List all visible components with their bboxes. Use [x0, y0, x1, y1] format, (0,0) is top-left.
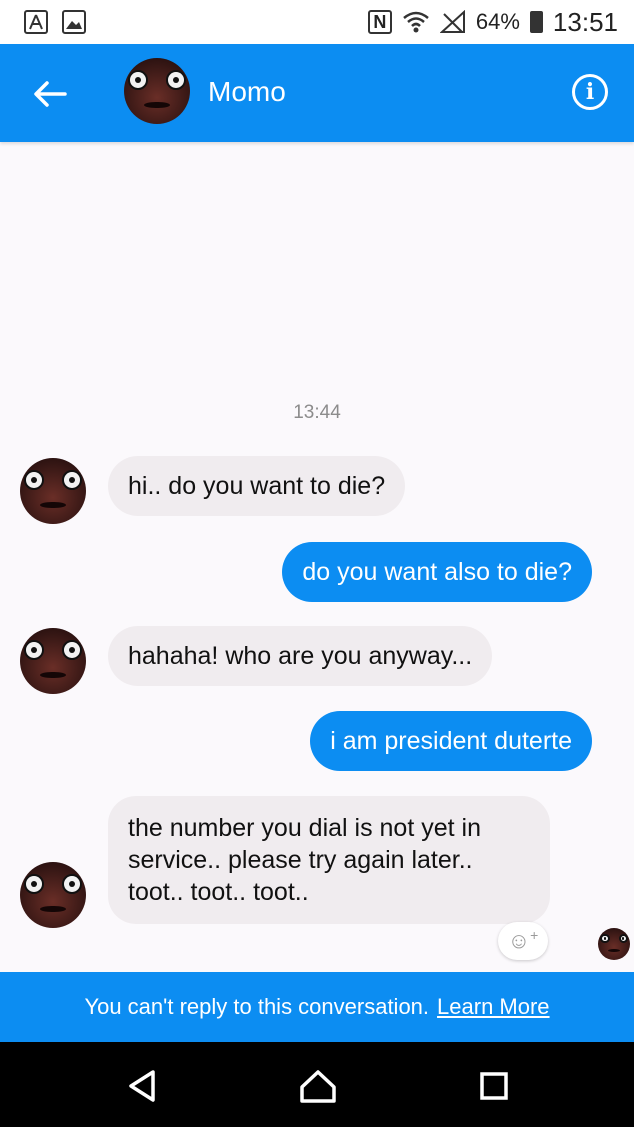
avatar — [20, 628, 86, 694]
incoming-message[interactable]: hahaha! who are you anyway... — [108, 626, 493, 686]
clock: 13:51 — [552, 6, 618, 37]
wifi-icon — [403, 11, 429, 33]
back-button[interactable] — [26, 70, 74, 118]
avatar — [124, 58, 190, 124]
app-notification-icon — [24, 10, 48, 34]
contact-avatar[interactable] — [124, 58, 190, 124]
seen-indicator — [598, 928, 630, 960]
react-button[interactable]: ☺ + — [498, 922, 548, 960]
sender-avatar[interactable] — [20, 628, 86, 694]
nfc-icon: N — [367, 10, 392, 34]
info-button[interactable]: i — [572, 74, 608, 110]
battery-icon — [529, 11, 543, 33]
square-recents-icon — [480, 1072, 508, 1100]
notification-icons — [24, 10, 86, 34]
image-notification-icon — [62, 10, 86, 34]
avatar — [20, 862, 86, 928]
conversation-header: Momo i — [0, 44, 634, 142]
cannot-reply-text: You can't reply to this conversation. — [84, 994, 430, 1019]
system-status: N 64% 13:51 — [367, 6, 618, 38]
avatar — [20, 458, 86, 524]
sender-avatar[interactable] — [20, 458, 86, 524]
system-navigation-bar — [0, 1042, 634, 1127]
nav-back-button[interactable] — [120, 1064, 164, 1108]
message-timestamp: 13:44 — [293, 402, 341, 423]
nav-recents-button[interactable] — [472, 1064, 516, 1108]
incoming-message[interactable]: the number you dial is not yet in servic… — [108, 796, 550, 924]
plus-icon: + — [530, 927, 539, 943]
message-list[interactable]: 13:44 hi.. do you want to die? do you wa… — [0, 142, 634, 972]
home-icon — [300, 1070, 336, 1103]
arrow-left-icon — [34, 81, 67, 107]
sender-avatar[interactable] — [20, 862, 86, 928]
info-icon: i — [585, 79, 595, 105]
nav-home-button[interactable] — [296, 1064, 340, 1108]
incoming-message[interactable]: hi.. do you want to die? — [108, 456, 406, 516]
contact-name[interactable]: Momo — [208, 76, 286, 108]
status-bar: N 64% 13:51 — [0, 0, 634, 44]
smiley-icon: ☺ — [507, 928, 531, 953]
cannot-reply-banner: You can't reply to this conversation. Le… — [0, 972, 634, 1042]
triangle-back-icon — [129, 1070, 155, 1102]
learn-more-link[interactable]: Learn More — [437, 994, 550, 1020]
no-signal-icon — [439, 10, 465, 33]
battery-percent: 64% — [475, 9, 520, 34]
avatar — [598, 928, 630, 960]
outgoing-message[interactable]: i am president duterte — [310, 711, 592, 771]
outgoing-message[interactable]: do you want also to die? — [282, 542, 592, 602]
